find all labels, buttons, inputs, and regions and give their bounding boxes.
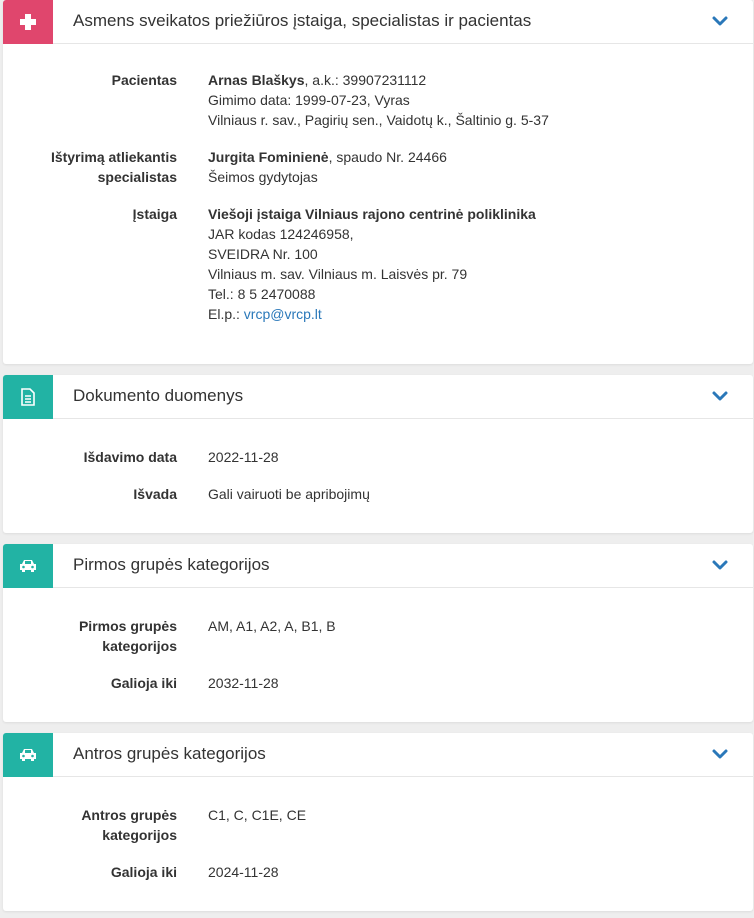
panel-title: Asmens sveikatos priežiūros įstaiga, spe… <box>73 11 532 30</box>
specialist-role: Šeimos gydytojas <box>208 169 318 185</box>
email-link[interactable]: vrcp@vrcp.lt <box>244 306 322 322</box>
institution-address: Vilniaus m. sav. Vilniaus m. Laisvės pr.… <box>208 266 468 282</box>
email-prefix: El.p.: <box>208 306 244 322</box>
document-icon <box>3 375 53 419</box>
chevron-down-icon[interactable] <box>711 12 729 30</box>
panel-title: Pirmos grupės kategorijos <box>73 555 270 574</box>
patient-label: Pacientas <box>111 72 177 88</box>
panel-title: Dokumento duomenys <box>73 386 244 405</box>
group2-categories-label: Antros grupės kategorijos <box>81 807 177 843</box>
specialist-label: Ištyrimą atliekantis specialistas <box>50 149 177 185</box>
institution-sveidra: SVEIDRA Nr. 100 <box>208 246 318 262</box>
group1-valid-value: 2032-11-28 <box>208 675 279 691</box>
conclusion-label: Išvada <box>133 486 177 502</box>
institution-jar: JAR kodas 124246958, <box>208 226 354 242</box>
group2-categories-value: C1, C, C1E, CE <box>208 807 307 823</box>
group2-valid-label: Galioja iki <box>110 864 177 880</box>
specialist-value: Jurgita Fominienė, spaudo Nr. 24466 Šeim… <box>208 147 447 187</box>
patient-address: Vilniaus r. sav., Pagirių sen., Vaidotų … <box>208 112 549 128</box>
group2-panel-header[interactable]: Antros grupės kategorijos <box>3 733 753 777</box>
group1-panel-header[interactable]: Pirmos grupės kategorijos <box>3 544 753 588</box>
institution-label: Įstaiga <box>132 206 177 222</box>
patient-code: , a.k.: 39907231112 <box>304 72 427 88</box>
health-panel-header[interactable]: Asmens sveikatos priežiūros įstaiga, spe… <box>3 0 753 44</box>
chevron-down-icon[interactable] <box>711 387 729 405</box>
document-panel-header[interactable]: Dokumento duomenys <box>3 375 753 419</box>
institution-name: Viešoji įstaiga Vilniaus rajono centrinė… <box>208 206 536 222</box>
patient-birth: Gimimo data: 1999-07-23, Vyras <box>208 92 410 108</box>
institution-value: Viešoji įstaiga Vilniaus rajono centrinė… <box>208 204 536 324</box>
issue-date-value: 2022-11-28 <box>208 449 279 465</box>
medical-cross-icon <box>3 0 53 44</box>
group2-panel: Antros grupės kategorijos Antros grupės … <box>3 733 753 911</box>
group1-categories-label: Pirmos grupės kategorijos <box>78 618 177 654</box>
health-panel: Asmens sveikatos priežiūros įstaiga, spe… <box>3 0 753 364</box>
group2-valid-value: 2024-11-28 <box>208 864 279 880</box>
issue-date-label: Išdavimo data <box>83 449 177 465</box>
panel-title: Antros grupės kategorijos <box>73 744 266 763</box>
patient-value: Arnas Blaškys, a.k.: 39907231112 Gimimo … <box>208 70 549 130</box>
specialist-name: Jurgita Fominienė <box>208 149 329 165</box>
patient-name: Arnas Blaškys <box>208 72 305 88</box>
group1-panel: Pirmos grupės kategorijos Pirmos grupės … <box>3 544 753 722</box>
group1-categories-value: AM, A1, A2, A, B1, B <box>208 618 336 634</box>
car-icon <box>3 544 53 588</box>
document-panel: Dokumento duomenys Išdavimo data 2022-11… <box>3 375 753 533</box>
chevron-down-icon[interactable] <box>711 556 729 574</box>
group1-valid-label: Galioja iki <box>110 675 177 691</box>
institution-phone: Tel.: 8 5 2470088 <box>208 286 316 302</box>
car-icon <box>3 733 53 777</box>
conclusion-value: Gali vairuoti be apribojimų <box>208 486 370 502</box>
chevron-down-icon[interactable] <box>711 745 729 763</box>
specialist-stamp: , spaudo Nr. 24466 <box>328 149 447 165</box>
